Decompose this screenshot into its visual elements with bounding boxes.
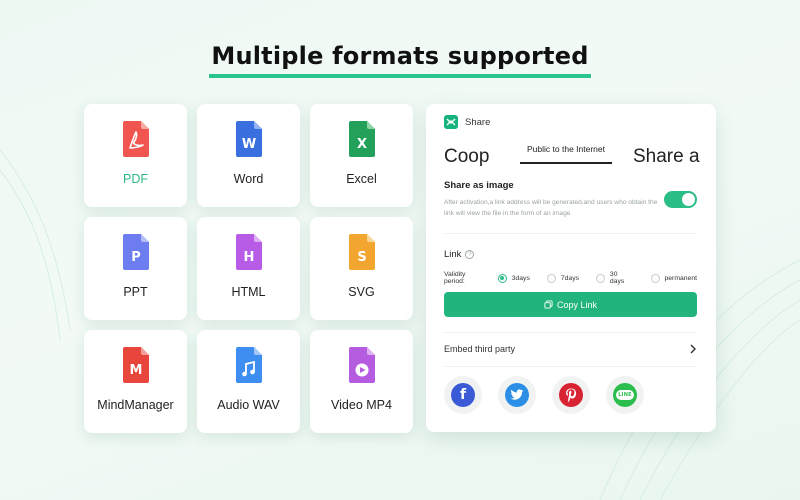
pinterest-icon (559, 383, 583, 407)
radio-icon (650, 273, 660, 283)
twitter-icon (505, 383, 529, 407)
chevron-right-icon (690, 344, 696, 354)
share-as-image-title: Share as image (444, 180, 514, 191)
validity-option-7days[interactable]: 7days (546, 273, 579, 283)
social-share-row: f LINE (444, 376, 644, 414)
excel-file-icon: X (348, 121, 375, 157)
radio-selected-icon (497, 273, 507, 283)
help-icon[interactable]: ? (465, 250, 475, 259)
validity-option-3days[interactable]: 3days (497, 273, 530, 283)
toggle-knob (682, 193, 695, 206)
share-panel-header: Share (444, 115, 490, 129)
format-label: Video MP4 (331, 398, 392, 412)
file-letter: H (243, 250, 254, 265)
copy-link-label: Copy Link (556, 299, 598, 310)
radio-icon (546, 273, 556, 283)
validity-option-permanent[interactable]: permanent (650, 273, 697, 283)
divider (444, 233, 697, 234)
tab-public-to-internet[interactable]: Public to the Internet (520, 144, 612, 154)
format-label: PPT (123, 285, 148, 299)
tab-share-as[interactable]: Share a (633, 146, 700, 168)
line-icon: LINE (613, 383, 637, 407)
share-line-button[interactable]: LINE (606, 376, 644, 414)
radio-icon (596, 273, 605, 283)
ppt-file-icon: P (122, 234, 149, 270)
embed-third-party-label: Embed third party (444, 344, 516, 354)
format-label: Excel (346, 172, 377, 186)
divider (444, 366, 697, 367)
format-label: MindManager (97, 398, 174, 412)
divider (444, 332, 697, 333)
share-facebook-button[interactable]: f (444, 376, 482, 414)
share-panel-title: Share (465, 116, 491, 128)
html-file-icon: H (235, 234, 262, 270)
format-tile-word[interactable]: W Word (197, 104, 300, 207)
format-tile-audio-wav[interactable]: Audio WAV (197, 330, 300, 433)
mindmanager-file-icon: M (122, 347, 149, 383)
line-icon-text: LINE (616, 390, 634, 400)
share-panel: Share Coop Public to the Internet Share … (426, 104, 716, 432)
copy-icon (544, 300, 553, 309)
file-letter: S (357, 250, 366, 265)
file-letter: M (129, 363, 142, 378)
format-tile-ppt[interactable]: P PPT (84, 217, 187, 320)
format-tile-video-mp4[interactable]: Video MP4 (310, 330, 413, 433)
validity-period-row: Validity period: 3days 7days 30 days per… (444, 271, 697, 285)
link-title: Link (444, 249, 462, 260)
validity-period-label: Validity period: (444, 271, 466, 285)
share-tabs: Coop Public to the Internet Share a (426, 140, 716, 168)
audio-file-icon (235, 347, 262, 383)
file-letter: W (241, 137, 255, 152)
validity-option-30days[interactable]: 30 days (596, 271, 634, 285)
format-label: HTML (231, 285, 266, 299)
headline-text: Multiple formats supported (209, 42, 591, 78)
format-tile-mindmanager[interactable]: M MindManager (84, 330, 187, 433)
app-logo-icon (444, 115, 458, 129)
pdf-file-icon (122, 121, 149, 157)
embed-third-party-row[interactable]: Embed third party (444, 344, 697, 354)
share-pinterest-button[interactable] (552, 376, 590, 414)
format-label: PDF (123, 172, 148, 186)
share-as-image-toggle[interactable] (664, 191, 697, 208)
format-label: SVG (348, 285, 375, 299)
tab-cooperation[interactable]: Coop (444, 146, 489, 168)
share-twitter-button[interactable] (498, 376, 536, 414)
headline: Multiple formats supported (0, 42, 800, 78)
format-grid: PDF W Word X Excel P PPT H HTML S SVG M … (84, 104, 413, 433)
format-label: Audio WAV (217, 398, 280, 412)
svg-file-icon: S (348, 234, 375, 270)
share-as-image-description: After activation,a link address will be … (444, 199, 658, 217)
format-tile-svg[interactable]: S SVG (310, 217, 413, 320)
format-tile-html[interactable]: H HTML (197, 217, 300, 320)
active-tab-indicator (520, 162, 612, 164)
word-file-icon: W (235, 121, 262, 157)
copy-link-button[interactable]: Copy Link (444, 292, 697, 317)
format-tile-pdf[interactable]: PDF (84, 104, 187, 207)
facebook-icon: f (451, 383, 475, 407)
file-letter: P (131, 250, 141, 265)
link-section-header: Link ? (444, 249, 475, 260)
video-file-icon (348, 347, 375, 383)
format-label: Word (233, 172, 264, 186)
format-tile-excel[interactable]: X Excel (310, 104, 413, 207)
file-letter: X (356, 137, 366, 152)
